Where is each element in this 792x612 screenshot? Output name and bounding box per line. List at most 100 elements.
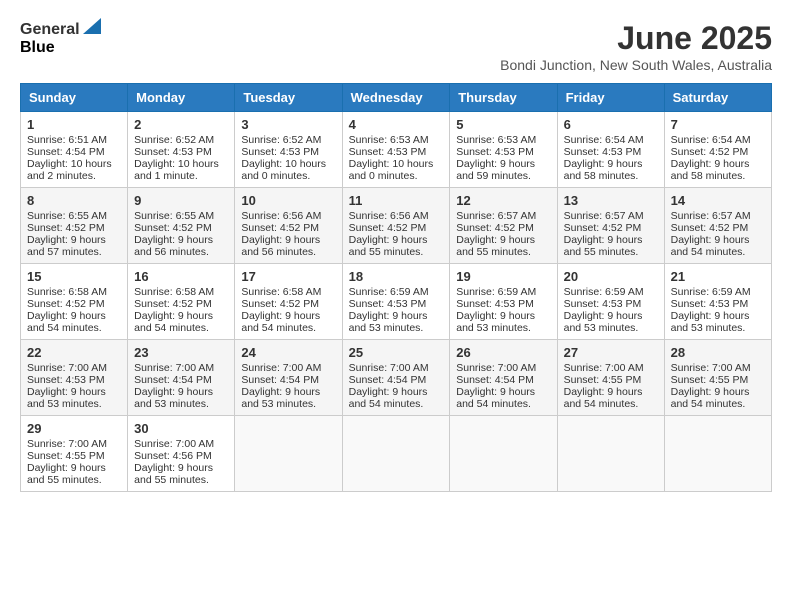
calendar-cell (450, 416, 557, 492)
sunset-label: Sunset: 4:53 PM (27, 374, 105, 386)
calendar-cell: 25 Sunrise: 7:00 AM Sunset: 4:54 PM Dayl… (342, 340, 450, 416)
sunrise-label: Sunrise: 6:51 AM (27, 134, 107, 146)
sunrise-label: Sunrise: 7:00 AM (564, 362, 644, 374)
calendar-cell: 18 Sunrise: 6:59 AM Sunset: 4:53 PM Dayl… (342, 264, 450, 340)
sunset-label: Sunset: 4:56 PM (134, 450, 212, 462)
day-number: 29 (27, 421, 121, 436)
daylight-label: Daylight: 9 hours and 53 minutes. (456, 310, 535, 334)
sunset-label: Sunset: 4:54 PM (241, 374, 319, 386)
day-number: 8 (27, 193, 121, 208)
sunset-label: Sunset: 4:52 PM (671, 146, 749, 158)
calendar-cell: 30 Sunrise: 7:00 AM Sunset: 4:56 PM Dayl… (128, 416, 235, 492)
calendar-week-row: 22 Sunrise: 7:00 AM Sunset: 4:53 PM Dayl… (21, 340, 772, 416)
month-title: June 2025 (500, 20, 772, 57)
day-number: 5 (456, 117, 550, 132)
calendar-week-row: 15 Sunrise: 6:58 AM Sunset: 4:52 PM Dayl… (21, 264, 772, 340)
sunrise-label: Sunrise: 7:00 AM (27, 362, 107, 374)
day-number: 9 (134, 193, 228, 208)
sunset-label: Sunset: 4:53 PM (456, 146, 534, 158)
sunrise-label: Sunrise: 6:57 AM (456, 210, 536, 222)
sunrise-label: Sunrise: 7:00 AM (241, 362, 321, 374)
sunrise-label: Sunrise: 6:59 AM (671, 286, 751, 298)
day-number: 13 (564, 193, 658, 208)
calendar-week-row: 8 Sunrise: 6:55 AM Sunset: 4:52 PM Dayli… (21, 188, 772, 264)
calendar-cell: 8 Sunrise: 6:55 AM Sunset: 4:52 PM Dayli… (21, 188, 128, 264)
logo: General Blue (20, 20, 101, 57)
day-number: 15 (27, 269, 121, 284)
calendar-cell: 1 Sunrise: 6:51 AM Sunset: 4:54 PM Dayli… (21, 112, 128, 188)
day-number: 27 (564, 345, 658, 360)
sunrise-label: Sunrise: 6:52 AM (134, 134, 214, 146)
sunset-label: Sunset: 4:54 PM (456, 374, 534, 386)
logo-triangle-icon (83, 18, 101, 34)
logo-blue: Blue (20, 39, 55, 57)
daylight-label: Daylight: 9 hours and 55 minutes. (349, 234, 428, 258)
calendar-cell: 15 Sunrise: 6:58 AM Sunset: 4:52 PM Dayl… (21, 264, 128, 340)
daylight-label: Daylight: 9 hours and 56 minutes. (134, 234, 213, 258)
sunset-label: Sunset: 4:54 PM (349, 374, 427, 386)
sunrise-label: Sunrise: 7:00 AM (27, 438, 107, 450)
daylight-label: Daylight: 9 hours and 53 minutes. (241, 386, 320, 410)
sunset-label: Sunset: 4:52 PM (134, 298, 212, 310)
day-number: 2 (134, 117, 228, 132)
calendar-cell: 24 Sunrise: 7:00 AM Sunset: 4:54 PM Dayl… (235, 340, 342, 416)
sunrise-label: Sunrise: 6:54 AM (671, 134, 751, 146)
daylight-label: Daylight: 10 hours and 0 minutes. (349, 158, 434, 182)
sunrise-label: Sunrise: 6:58 AM (27, 286, 107, 298)
calendar-cell: 10 Sunrise: 6:56 AM Sunset: 4:52 PM Dayl… (235, 188, 342, 264)
daylight-label: Daylight: 9 hours and 55 minutes. (564, 234, 643, 258)
calendar-cell: 7 Sunrise: 6:54 AM Sunset: 4:52 PM Dayli… (664, 112, 771, 188)
sunrise-label: Sunrise: 6:53 AM (456, 134, 536, 146)
day-number: 28 (671, 345, 765, 360)
logo-text: General Blue (20, 20, 101, 57)
calendar-cell: 17 Sunrise: 6:58 AM Sunset: 4:52 PM Dayl… (235, 264, 342, 340)
location-title: Bondi Junction, New South Wales, Austral… (500, 57, 772, 73)
sunset-label: Sunset: 4:52 PM (564, 222, 642, 234)
day-number: 19 (456, 269, 550, 284)
sunrise-label: Sunrise: 7:00 AM (349, 362, 429, 374)
sunrise-label: Sunrise: 7:00 AM (456, 362, 536, 374)
day-number: 23 (134, 345, 228, 360)
day-number: 16 (134, 269, 228, 284)
sunrise-label: Sunrise: 6:59 AM (564, 286, 644, 298)
sunset-label: Sunset: 4:53 PM (564, 298, 642, 310)
day-number: 4 (349, 117, 444, 132)
sunset-label: Sunset: 4:55 PM (564, 374, 642, 386)
daylight-label: Daylight: 9 hours and 58 minutes. (671, 158, 750, 182)
sunrise-label: Sunrise: 6:55 AM (134, 210, 214, 222)
day-number: 26 (456, 345, 550, 360)
sunset-label: Sunset: 4:54 PM (134, 374, 212, 386)
daylight-label: Daylight: 9 hours and 54 minutes. (134, 310, 213, 334)
sunset-label: Sunset: 4:53 PM (349, 298, 427, 310)
sunset-label: Sunset: 4:55 PM (27, 450, 105, 462)
logo-general: General (20, 21, 80, 38)
sunrise-label: Sunrise: 6:58 AM (134, 286, 214, 298)
calendar-cell: 22 Sunrise: 7:00 AM Sunset: 4:53 PM Dayl… (21, 340, 128, 416)
day-number: 7 (671, 117, 765, 132)
calendar-cell: 9 Sunrise: 6:55 AM Sunset: 4:52 PM Dayli… (128, 188, 235, 264)
sunset-label: Sunset: 4:53 PM (349, 146, 427, 158)
sunset-label: Sunset: 4:53 PM (134, 146, 212, 158)
sunset-label: Sunset: 4:55 PM (671, 374, 749, 386)
day-number: 17 (241, 269, 335, 284)
day-number: 24 (241, 345, 335, 360)
daylight-label: Daylight: 9 hours and 53 minutes. (349, 310, 428, 334)
calendar-cell (235, 416, 342, 492)
calendar-cell: 28 Sunrise: 7:00 AM Sunset: 4:55 PM Dayl… (664, 340, 771, 416)
calendar-cell: 11 Sunrise: 6:56 AM Sunset: 4:52 PM Dayl… (342, 188, 450, 264)
sunset-label: Sunset: 4:52 PM (27, 298, 105, 310)
day-number: 30 (134, 421, 228, 436)
header-saturday: Saturday (664, 84, 771, 112)
sunrise-label: Sunrise: 6:52 AM (241, 134, 321, 146)
calendar-table: SundayMondayTuesdayWednesdayThursdayFrid… (20, 83, 772, 492)
calendar-cell: 4 Sunrise: 6:53 AM Sunset: 4:53 PM Dayli… (342, 112, 450, 188)
daylight-label: Daylight: 9 hours and 54 minutes. (671, 234, 750, 258)
sunset-label: Sunset: 4:52 PM (241, 222, 319, 234)
sunset-label: Sunset: 4:53 PM (241, 146, 319, 158)
sunset-label: Sunset: 4:52 PM (27, 222, 105, 234)
calendar-cell: 23 Sunrise: 7:00 AM Sunset: 4:54 PM Dayl… (128, 340, 235, 416)
sunrise-label: Sunrise: 6:53 AM (349, 134, 429, 146)
calendar-cell: 12 Sunrise: 6:57 AM Sunset: 4:52 PM Dayl… (450, 188, 557, 264)
sunrise-label: Sunrise: 6:56 AM (241, 210, 321, 222)
daylight-label: Daylight: 10 hours and 2 minutes. (27, 158, 112, 182)
